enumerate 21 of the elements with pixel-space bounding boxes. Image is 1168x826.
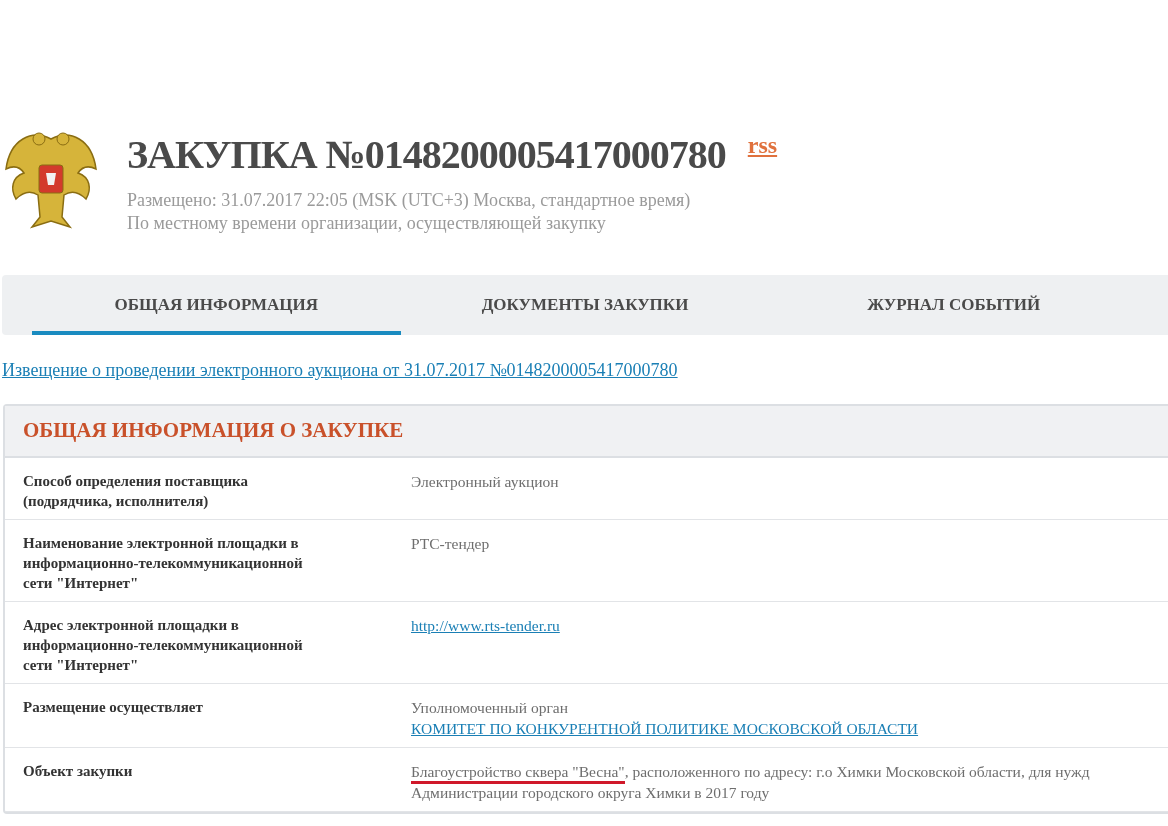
field-value: Электронный аукцион: [411, 473, 559, 490]
field-label: Размещение осуществляет: [23, 698, 204, 717]
time-note: По местному времени организации, осуществляющей закупку: [127, 212, 607, 235]
tab[interactable]: ДОКУМЕНТЫ ЗАКУПКИ: [400, 275, 770, 335]
posted-date: Размещено: 31.07.2017 22:05 (MSK (UTC+3) Москва, стандартное время): [127, 189, 692, 212]
page-title: ЗАКУПКА №0148200005417000780: [127, 135, 726, 175]
eagle-emblem-icon: [2, 129, 100, 231]
rss-link[interactable]: rss: [747, 133, 778, 157]
field-value: Благоустройство сквера "Весна", расположенного по адресу: г.о Химки Московской области, для нужд Администрации городского округа Химки в 2017 году: [411, 762, 1091, 803]
field-label: Способ определения поставщика (подрядчика, исполнителя): [23, 472, 249, 511]
notice-link[interactable]: Извещение о проведении электронного аукциона от 31.07.2017 №0148200005417000780: [2, 360, 678, 380]
section-title: ОБЩАЯ ИНФОРМАЦИЯ О ЗАКУПКЕ: [23, 417, 404, 445]
field-value: РТС-тендер: [411, 535, 490, 552]
field-link[interactable]: КОМИТЕТ ПО КОНКУРЕНТНОЙ ПОЛИТИКЕ МОСКОВСКОЙ ОБЛАСТИ: [411, 720, 919, 737]
field-label: Наименование электронной площадки в информационно-телекоммуникационной сети "Интернет": [23, 534, 304, 593]
field-label: Объект закупки: [23, 762, 134, 781]
tab[interactable]: ЖУРНАЛ СОБЫТИЙ: [769, 275, 1138, 335]
field-link[interactable]: http://www.rts-tender.ru: [411, 617, 560, 634]
tab[interactable]: ОБЩАЯ ИНФОРМАЦИЯ: [32, 275, 401, 335]
field-label: Адрес электронной площадки в информационно-телекоммуникационной сети "Интернет": [23, 616, 304, 675]
field-value: Уполномоченный орган: [411, 699, 568, 716]
